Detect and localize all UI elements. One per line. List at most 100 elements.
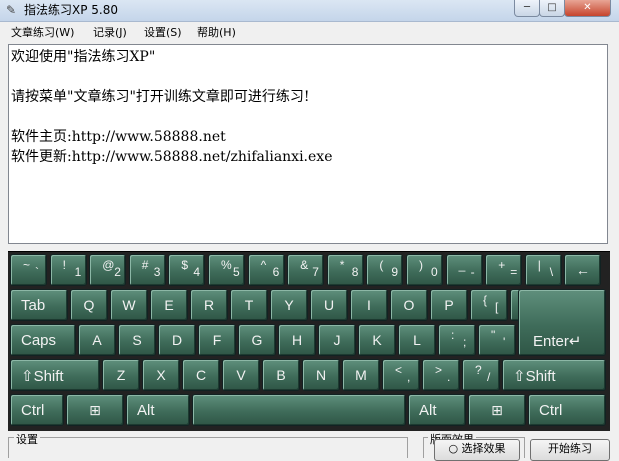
key-semicolon-label: : <box>451 328 455 342</box>
key-i[interactable]: I <box>350 289 388 321</box>
key-row1-7[interactable]: & 7 <box>287 254 325 286</box>
key-left-shift[interactable]: ⇧Shift <box>10 359 100 391</box>
key-row1-8-label: * <box>339 258 345 272</box>
key-row1-13[interactable]: | \ <box>524 254 562 286</box>
key-row1-5[interactable]: % 5 <box>208 254 245 286</box>
key-x-label: X <box>156 367 166 383</box>
key-row1-3-label: 3 <box>153 265 161 279</box>
key-left-ctrl[interactable]: Ctrl <box>10 394 64 426</box>
key-a[interactable]: A <box>78 324 116 356</box>
key-r[interactable]: R <box>190 289 228 321</box>
key-z-label: Z <box>116 367 126 383</box>
key-row1-1[interactable]: ! 1 <box>49 254 87 286</box>
key-o[interactable]: O <box>390 289 428 321</box>
key-k-label: K <box>372 332 382 348</box>
key-f[interactable]: F <box>198 324 236 356</box>
key-tab[interactable]: Tab <box>10 289 68 321</box>
key-bracket-left[interactable]: {[ <box>470 289 508 321</box>
key-l-label: L <box>413 332 421 348</box>
key-row1-11[interactable]: _ - <box>445 254 483 286</box>
key-k[interactable]: K <box>358 324 396 356</box>
key-caps[interactable]: Caps <box>10 324 76 356</box>
key-c[interactable]: C <box>182 359 220 391</box>
key-right-ctrl[interactable]: Ctrl <box>528 394 606 426</box>
key-row1-9[interactable]: (9 <box>366 254 404 286</box>
key-slash[interactable]: ? / <box>462 359 500 391</box>
key-y[interactable]: Y <box>270 289 308 321</box>
minimize-button[interactable]: ─ <box>514 0 540 17</box>
key-m[interactable]: M <box>342 359 380 391</box>
key-right-alt[interactable]: Alt <box>408 394 466 426</box>
key-p[interactable]: P <box>430 289 468 321</box>
key-left-win[interactable]: ⊞ <box>66 394 124 426</box>
key-c-label: C <box>195 367 207 383</box>
key-row1-0[interactable]: ~ ` <box>10 254 47 286</box>
key-backspace[interactable]: ← <box>564 254 602 286</box>
text-line: ​ <box>11 67 605 87</box>
key-row1-10-label: ) <box>419 258 423 272</box>
menu-records[interactable]: 记录(J) <box>93 26 127 40</box>
key-u[interactable]: U <box>310 289 348 321</box>
key-l[interactable]: L <box>398 324 436 356</box>
key-h-label: H <box>291 332 303 348</box>
menu-help[interactable]: 帮助(H) <box>197 26 236 40</box>
key-row1-6[interactable]: ^ 6 <box>247 254 285 286</box>
key-row1-12[interactable]: + = <box>485 254 523 286</box>
key-space[interactable] <box>192 394 406 426</box>
text-line: 请按菜单"文章练习"打开训练文章即可进行练习! <box>11 89 310 105</box>
key-q-label: Q <box>83 297 95 313</box>
key-s[interactable]: S <box>118 324 156 356</box>
key-g-label: G <box>251 332 263 348</box>
key-d[interactable]: D <box>158 324 196 356</box>
key-n[interactable]: N <box>302 359 340 391</box>
key-row1-8[interactable]: * 8 <box>326 254 364 286</box>
key-t[interactable]: T <box>230 289 268 321</box>
key-left-ctrl-label: Ctrl <box>21 402 45 419</box>
key-w[interactable]: W <box>110 289 148 321</box>
key-left-alt[interactable]: Alt <box>126 394 190 426</box>
effect-option[interactable]: ○ 选择效果 <box>434 439 520 461</box>
key-right-shift[interactable]: ⇧Shift <box>502 359 606 391</box>
menu-article-practice[interactable]: 文章练习(W) <box>11 26 74 40</box>
key-z[interactable]: Z <box>102 359 140 391</box>
key-row1-0-label: ~ <box>23 258 31 272</box>
text-display[interactable]: 欢迎使用"指法练习XP" ​ 请按菜单"文章练习"打开训练文章即可进行练习! ​… <box>8 44 608 244</box>
title-bar: ✎ 指法练习XP 5.80 ─ □ ✕ <box>0 0 619 22</box>
key-row1-2-label: @ <box>102 258 115 272</box>
key-period[interactable]: >. <box>422 359 460 391</box>
key-tab-label: Tab <box>21 297 46 314</box>
key-e[interactable]: E <box>150 289 188 321</box>
menu-settings[interactable]: 设置(S) <box>144 26 182 40</box>
key-row1-10[interactable]: ) 0 <box>406 254 443 286</box>
key-g[interactable]: G <box>238 324 276 356</box>
key-semicolon[interactable]: :; <box>438 324 476 356</box>
key-quote-label: ' <box>503 335 506 349</box>
key-b[interactable]: B <box>262 359 300 391</box>
key-row1-2[interactable]: @2 <box>89 254 127 286</box>
key-a-label: A <box>92 332 102 348</box>
key-row1-4-label: $ <box>181 258 189 272</box>
app-icon: ✎ <box>5 3 17 17</box>
key-h[interactable]: H <box>278 324 316 356</box>
key-row1-8-label: 8 <box>351 265 359 279</box>
key-quote[interactable]: " ' <box>478 324 516 356</box>
close-button[interactable]: ✕ <box>564 0 611 17</box>
key-right-win[interactable]: ⊞ <box>468 394 526 426</box>
start-practice-button[interactable]: 开始练习 <box>530 439 610 461</box>
key-period-label: > <box>435 363 443 377</box>
key-comma[interactable]: <, <box>382 359 420 391</box>
key-row1-7-label: 7 <box>312 265 319 279</box>
key-q[interactable]: Q <box>70 289 108 321</box>
key-row1-4[interactable]: $4 <box>168 254 206 286</box>
key-x[interactable]: X <box>142 359 180 391</box>
key-row1-12-label: + <box>498 258 506 272</box>
key-b-label: B <box>276 367 286 383</box>
key-v[interactable]: V <box>222 359 260 391</box>
text-line: 软件主页:http://www.58888.net <box>11 129 226 145</box>
key-row1-9-label: 9 <box>391 265 399 279</box>
key-row1-3[interactable]: #3 <box>128 254 166 286</box>
key-enter[interactable]: Enter↵ <box>518 289 606 356</box>
maximize-button[interactable]: □ <box>539 0 565 17</box>
key-row1-11-label: _ <box>458 258 466 272</box>
key-j[interactable]: J <box>318 324 356 356</box>
